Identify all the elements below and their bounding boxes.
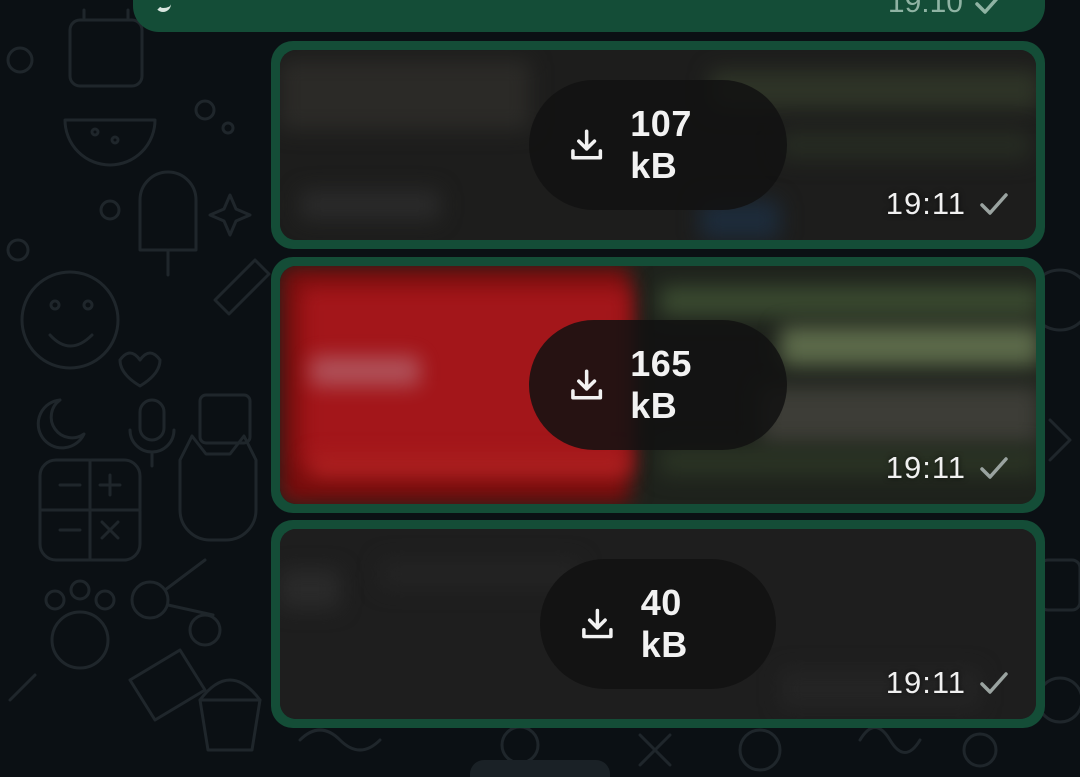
download-button[interactable]: 165 kB: [529, 320, 787, 450]
file-size-label: 40 kB: [640, 582, 688, 665]
image-message-bubble[interactable]: 40 kB 19:11: [271, 520, 1045, 728]
image-message-bubble[interactable]: 107 kB 19:11: [271, 41, 1045, 249]
check-icon: [980, 457, 1008, 479]
check-icon: [980, 193, 1008, 215]
download-icon: [582, 608, 613, 639]
download-button[interactable]: 40 kB: [540, 559, 776, 689]
download-button[interactable]: 107 kB: [529, 80, 787, 210]
check-icon: [980, 672, 1008, 694]
message-time: 19:10: [887, 0, 963, 19]
check-icon: [975, 0, 999, 14]
message-meta: 19:11: [886, 186, 1010, 222]
image-preview[interactable]: 40 kB 19:11: [280, 529, 1036, 719]
previous-message-bubble[interactable]: 19:10: [133, 0, 1045, 32]
message-meta: 19:11: [886, 665, 1010, 701]
scroll-handle[interactable]: [470, 760, 610, 777]
message-meta: 19:10: [887, 0, 1005, 19]
message-text-fragment: [155, 0, 171, 12]
file-size-label: 107 kB: [630, 103, 692, 186]
image-preview[interactable]: 107 kB 19:11: [280, 50, 1036, 240]
file-size-label: 165 kB: [630, 343, 692, 426]
download-icon: [571, 129, 603, 160]
image-message-bubble[interactable]: 165 kB 19:11: [271, 257, 1045, 513]
chat-screen: 19:10 107 kB 19:11 165 kB 19:11 40 kB 19…: [0, 0, 1080, 777]
message-time: 19:11: [885, 665, 966, 700]
image-preview[interactable]: 165 kB 19:11: [280, 266, 1036, 504]
download-icon: [571, 369, 603, 400]
message-time: 19:11: [885, 450, 966, 485]
message-meta: 19:11: [886, 450, 1010, 486]
message-time: 19:11: [885, 186, 966, 221]
